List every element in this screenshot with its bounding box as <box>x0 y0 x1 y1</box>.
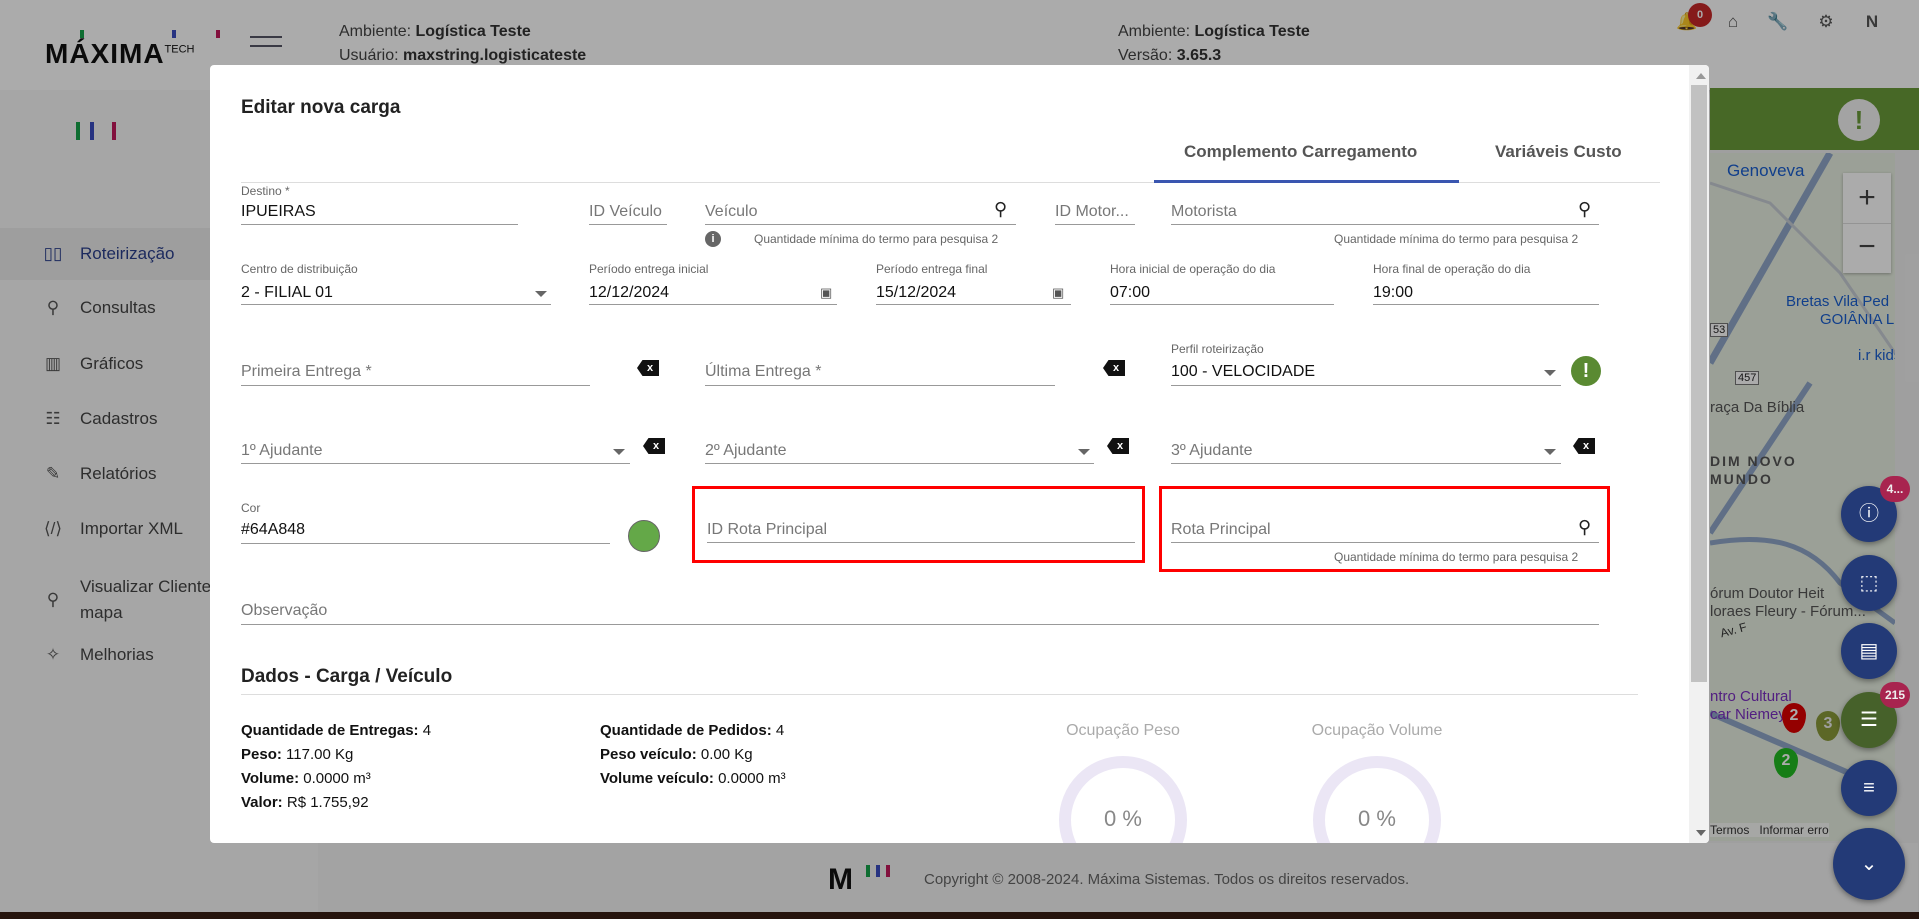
veiculo-input[interactable]: Veículo <box>705 203 757 221</box>
ajudante3-underline <box>1171 463 1561 464</box>
motorista-hint: Quantidade mínima do termo para pesquisa… <box>1334 232 1579 246</box>
chevron-down-icon[interactable] <box>1544 370 1556 376</box>
stat-peso: Peso: 117.00 Kg <box>241 746 354 763</box>
destino-label: Destino * <box>241 184 290 198</box>
periodo-final-underline <box>876 304 1071 305</box>
periodo-inicial-label: Período entrega inicial <box>589 262 709 276</box>
periodo-final-label: Período entrega final <box>876 262 988 276</box>
clear-primeira-entrega-icon[interactable]: x <box>637 360 659 376</box>
list-badge: 215 <box>1880 682 1910 708</box>
modal-scrollbar[interactable] <box>1689 65 1709 843</box>
destino-input[interactable]: IPUEIRAS <box>241 203 316 221</box>
ocupacao-volume-value: 0 % <box>1358 806 1396 831</box>
dados-section-title: Dados - Carga / Veículo <box>241 666 453 687</box>
scrollbar-thumb[interactable] <box>1691 85 1707 682</box>
perfil-select[interactable]: 100 - VELOCIDADE <box>1171 363 1315 381</box>
edit-load-modal: Editar nova carga Complemento Carregamen… <box>210 65 1709 843</box>
cor-input[interactable]: #64A848 <box>241 521 305 539</box>
modal-title: Editar nova carga <box>241 97 401 118</box>
section-divider <box>241 694 1638 695</box>
clear-ajudante1-icon[interactable]: x <box>643 438 665 454</box>
centro-select[interactable]: 2 - FILIAL 01 <box>241 284 333 302</box>
perfil-label: Perfil roteirização <box>1171 342 1264 356</box>
ajudante2-select[interactable]: 2º Ajudante <box>705 442 786 460</box>
hora-inicial-label: Hora inicial de operação do dia <box>1110 262 1276 276</box>
ajudante1-underline <box>241 463 630 464</box>
motorista-underline <box>1171 224 1599 225</box>
hora-final-underline <box>1373 304 1599 305</box>
ocupacao-peso-label: Ocupação Peso <box>1066 722 1180 739</box>
scroll-down-arrow[interactable] <box>1696 830 1706 836</box>
clear-ajudante2-icon[interactable]: x <box>1107 438 1129 454</box>
hora-inicial-underline <box>1110 304 1334 305</box>
rota-underline <box>1171 542 1599 543</box>
motorista-search-icon[interactable]: ⚲ <box>1578 199 1591 220</box>
observacao-input[interactable]: Observação <box>241 602 327 620</box>
stat-peso-veiculo: Peso veículo: 0.00 Kg <box>600 746 753 763</box>
clear-ajudante3-icon[interactable]: x <box>1573 438 1595 454</box>
chevron-down-icon[interactable] <box>1544 449 1556 455</box>
stat-pedidos: Quantidade de Pedidos: 4 <box>600 722 785 739</box>
tab-complemento-carregamento[interactable]: Complemento Carregamento <box>1184 142 1417 162</box>
veiculo-hint: Quantidade mínima do termo para pesquisa… <box>754 232 999 246</box>
chevron-down-icon[interactable] <box>613 449 625 455</box>
hora-inicial-input[interactable]: 07:00 <box>1110 284 1150 302</box>
stat-volume: Volume: 0.0000 m³ <box>241 770 371 787</box>
active-tab-indicator <box>1154 180 1459 183</box>
stat-volume-veiculo: Volume veículo: 0.0000 m³ <box>600 770 786 787</box>
periodo-final-input[interactable]: 15/12/2024 <box>876 284 956 302</box>
ajudante3-select[interactable]: 3º Ajudante <box>1171 442 1252 460</box>
calendar-icon[interactable]: ▣ <box>1052 285 1064 301</box>
cor-underline <box>241 543 610 544</box>
info-icon: i <box>705 231 721 247</box>
stat-valor: Valor: R$ 1.755,92 <box>241 794 369 811</box>
centro-underline <box>241 304 551 305</box>
observacao-underline <box>241 624 1599 625</box>
periodo-inicial-underline <box>589 304 837 305</box>
ocupacao-volume-label: Ocupação Volume <box>1311 722 1443 739</box>
collapse-fab[interactable]: ⌄ <box>1833 828 1905 900</box>
motorista-input[interactable]: Motorista <box>1171 203 1237 221</box>
rota-principal-input[interactable]: Rota Principal <box>1171 521 1271 539</box>
ajudante2-underline <box>705 463 1094 464</box>
calendar-icon[interactable]: ▣ <box>820 285 832 301</box>
selection-fab[interactable]: ⬚ <box>1841 555 1897 611</box>
hora-final-label: Hora final de operação do dia <box>1373 262 1531 276</box>
id-veiculo-underline <box>589 224 667 225</box>
rota-hint: Quantidade mínima do termo para pesquisa… <box>1334 550 1579 564</box>
id-motorista-underline <box>1055 224 1135 225</box>
primeira-entrega-input[interactable]: Primeira Entrega * <box>241 363 372 381</box>
scroll-up-arrow[interactable] <box>1696 73 1706 79</box>
ultima-entrega-underline <box>705 385 1055 386</box>
id-rota-underline <box>707 542 1135 543</box>
id-rota-principal-input[interactable]: ID Rota Principal <box>707 521 827 539</box>
ocupacao-peso-value: 0 % <box>1104 806 1142 831</box>
alerts-badge: 4... <box>1880 476 1910 502</box>
ultima-entrega-input[interactable]: Última Entrega * <box>705 363 822 381</box>
destino-underline <box>241 224 518 225</box>
primeira-entrega-underline <box>241 385 590 386</box>
chevron-down-icon[interactable] <box>1078 449 1090 455</box>
centro-label: Centro de distribuição <box>241 262 358 276</box>
color-swatch[interactable] <box>628 520 660 552</box>
perfil-alert-icon[interactable]: ! <box>1571 356 1601 386</box>
chat-fab[interactable]: ▤ <box>1841 623 1897 679</box>
perfil-underline <box>1171 385 1561 386</box>
filter-fab[interactable]: ≡ <box>1841 760 1897 816</box>
hora-final-input[interactable]: 19:00 <box>1373 284 1413 302</box>
id-motorista-input[interactable]: ID Motor... <box>1055 203 1129 221</box>
chevron-down-icon[interactable] <box>535 291 547 297</box>
rota-search-icon[interactable]: ⚲ <box>1578 517 1591 538</box>
stat-entregas: Quantidade de Entregas: 4 <box>241 722 432 739</box>
veiculo-search-icon[interactable]: ⚲ <box>994 199 1007 220</box>
tab-variaveis-custo[interactable]: Variáveis Custo <box>1495 142 1622 162</box>
periodo-inicial-input[interactable]: 12/12/2024 <box>589 284 669 302</box>
id-veiculo-input[interactable]: ID Veículo <box>589 203 662 221</box>
cor-label: Cor <box>241 501 261 515</box>
ajudante1-select[interactable]: 1º Ajudante <box>241 442 322 460</box>
clear-ultima-entrega-icon[interactable]: x <box>1103 360 1125 376</box>
veiculo-underline <box>705 224 1016 225</box>
